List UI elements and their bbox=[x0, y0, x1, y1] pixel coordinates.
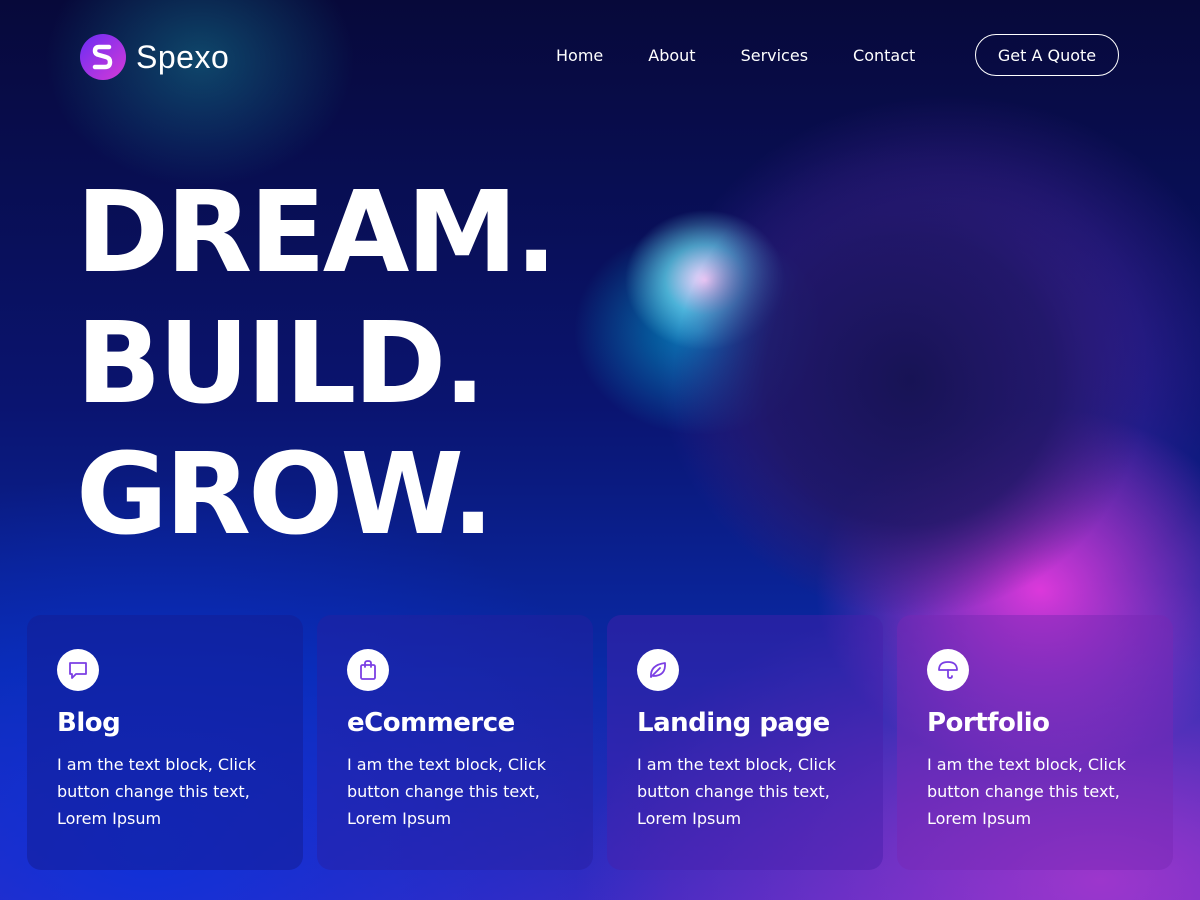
hero-line-build: BUILD. bbox=[76, 299, 486, 429]
card-portfolio[interactable]: Portfolio I am the text block, Click but… bbox=[897, 615, 1173, 870]
hero-line-dream: DREAM. bbox=[76, 168, 557, 298]
card-title: Blog bbox=[57, 708, 121, 738]
nav-item-about[interactable]: About bbox=[632, 44, 711, 68]
card-text: I am the text block, Click button change… bbox=[57, 755, 257, 828]
gradient-ring-graphic bbox=[640, 130, 1160, 650]
site-header: Spexo Home About Services Contact Get A … bbox=[0, 0, 1200, 110]
spexo-logo-icon bbox=[80, 34, 126, 80]
umbrella-icon bbox=[927, 649, 969, 691]
hero-line-grow: GROW. bbox=[76, 430, 494, 560]
card-text: I am the text block, Click button change… bbox=[637, 755, 837, 828]
main-nav: Home About Services Contact bbox=[540, 44, 931, 68]
card-blog[interactable]: Blog I am the text block, Click button c… bbox=[27, 615, 303, 870]
nav-item-contact[interactable]: Contact bbox=[837, 44, 931, 68]
card-ecommerce[interactable]: eCommerce I am the text block, Click but… bbox=[317, 615, 593, 870]
hero-headline: DREAM. BUILD. GROW. bbox=[76, 168, 557, 561]
card-text: I am the text block, Click button change… bbox=[927, 755, 1127, 828]
get-a-quote-button[interactable]: Get A Quote bbox=[975, 34, 1119, 76]
nav-item-services[interactable]: Services bbox=[725, 44, 824, 68]
brand-name: Spexo bbox=[136, 38, 230, 75]
card-text: I am the text block, Click button change… bbox=[347, 755, 547, 828]
chat-bubble-icon bbox=[57, 649, 99, 691]
nav-item-home[interactable]: Home bbox=[540, 44, 619, 68]
feature-cards: Blog I am the text block, Click button c… bbox=[27, 615, 1173, 870]
leaf-icon bbox=[637, 649, 679, 691]
card-title: Portfolio bbox=[927, 708, 1050, 738]
card-landing-page[interactable]: Landing page I am the text block, Click … bbox=[607, 615, 883, 870]
brand-logo[interactable]: Spexo bbox=[80, 34, 229, 80]
card-title: eCommerce bbox=[347, 708, 515, 738]
shopping-bag-icon bbox=[347, 649, 389, 691]
card-title: Landing page bbox=[637, 708, 830, 738]
